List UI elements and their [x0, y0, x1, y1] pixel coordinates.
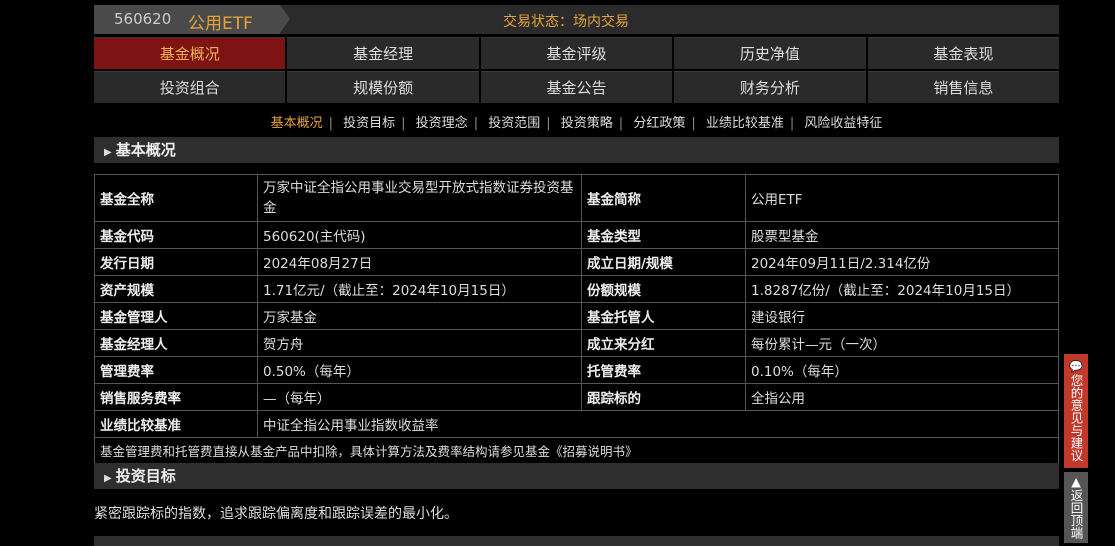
cell-label: 销售服务费率 — [94, 383, 258, 411]
tab-manager[interactable]: 基金经理 — [287, 37, 479, 69]
tab-size[interactable]: 规模份额 — [287, 71, 479, 103]
objective-text: 紧密跟踪标的指数，追求跟踪偏离度和跟踪误差的最小化。 — [94, 506, 458, 522]
cell-label: 基金代码 — [94, 221, 258, 249]
section-objective-header: ▶ 投资目标 — [94, 463, 1059, 489]
fund-code: 560620 — [114, 10, 172, 28]
tab-financials[interactable]: 财务分析 — [674, 71, 866, 103]
link-scope[interactable]: 投资范围 — [482, 116, 546, 131]
fund-nav: 基金概况 基金经理 基金评级 历史净值 基金表现 投资组合 规模份额 基金公告 … — [94, 37, 1060, 105]
caret-right-icon: ▶ — [104, 473, 112, 484]
table-row: 资产规模 1.71亿元/（截止至：2024年10月15日） 份额规模 1.828… — [94, 275, 1059, 303]
link-risk-return[interactable]: 风险收益特征 — [798, 116, 888, 131]
chat-icon: 💬 — [1069, 360, 1083, 373]
table-row: 基金全称 万家中证全指公用事业交易型开放式指数证券投资基金 基金简称 公用ETF — [94, 174, 1059, 222]
cell-label: 成立来分红 — [581, 329, 746, 357]
link-objective[interactable]: 投资目标 — [337, 116, 401, 131]
section-basic-header: ▶ 基本概况 — [94, 137, 1059, 163]
section-title: 投资目标 — [115, 467, 176, 485]
cell-label: 资产规模 — [94, 275, 258, 303]
cell-label: 管理费率 — [94, 356, 258, 384]
table-row: 基金经理人 贺方舟 成立来分红 每份累计—元（一次） — [94, 329, 1059, 357]
fund-name: 公用ETF — [188, 14, 253, 34]
cell-value: 1.71亿元/（截止至：2024年10月15日） — [257, 275, 582, 303]
cell-value: 股票型基金 — [745, 221, 1059, 249]
feedback-label: 您的意见与建议 — [1068, 374, 1084, 462]
cell-label: 基金类型 — [581, 221, 746, 249]
back-to-top-label: 返回顶端 — [1068, 489, 1084, 539]
fund-header: 560620 公用ETF 交易状态：场内交易 — [94, 5, 1059, 34]
cell-value: 2024年08月27日 — [257, 248, 582, 276]
table-row: 发行日期 2024年08月27日 成立日期/规模 2024年09月11日/2.3… — [94, 248, 1059, 276]
table-row: 销售服务费率 —（每年） 跟踪标的 全指公用 — [94, 383, 1059, 411]
section-title: 基本概况 — [115, 141, 176, 159]
nav-row-1: 基金概况 基金经理 基金评级 历史净值 基金表现 — [94, 37, 1060, 69]
cell-value: 贺方舟 — [257, 329, 582, 357]
cell-value: 中证全指公用事业指数收益率 — [257, 410, 1059, 438]
tab-announcements[interactable]: 基金公告 — [480, 71, 673, 103]
tab-nav-history[interactable]: 历史净值 — [674, 37, 866, 69]
cell-label: 基金经理人 — [94, 329, 258, 357]
trading-status: 交易状态：场内交易 — [503, 14, 629, 30]
next-section-header — [94, 536, 1059, 546]
cell-value: 0.50%（每年） — [257, 356, 582, 384]
table-row: 管理费率 0.50%（每年） 托管费率 0.10%（每年） — [94, 356, 1059, 384]
fund-info-table: 基金全称 万家中证全指公用事业交易型开放式指数证券投资基金 基金简称 公用ETF… — [94, 174, 1059, 464]
nav-row-2: 投资组合 规模份额 基金公告 财务分析 销售信息 — [94, 71, 1060, 103]
cell-label: 基金管理人 — [94, 302, 258, 330]
link-strategy[interactable]: 投资策略 — [555, 116, 619, 131]
arrow-up-icon: ▲ — [1071, 474, 1081, 489]
cell-label: 跟踪标的 — [581, 383, 746, 411]
tab-overview[interactable]: 基金概况 — [94, 37, 286, 69]
back-to-top-button[interactable]: ▲ 返回顶端 — [1064, 472, 1088, 543]
cell-label: 基金托管人 — [581, 302, 746, 330]
cell-value: 每份累计—元（一次） — [745, 329, 1059, 357]
cell-value: 560620(主代码) — [257, 221, 582, 249]
cell-value: 全指公用 — [745, 383, 1059, 411]
tab-rating[interactable]: 基金评级 — [480, 37, 673, 69]
cell-value: 1.8287亿份/（截止至：2024年10月15日） — [745, 275, 1059, 303]
cell-value: 万家中证全指公用事业交易型开放式指数证券投资基金 — [257, 174, 582, 222]
cell-value: 建设银行 — [745, 302, 1059, 330]
cell-label: 托管费率 — [581, 356, 746, 384]
tab-sales[interactable]: 销售信息 — [867, 71, 1060, 103]
cell-label: 成立日期/规模 — [581, 248, 746, 276]
fund-id-block: 560620 公用ETF — [94, 5, 290, 34]
cell-label: 业绩比较基准 — [94, 410, 258, 438]
cell-value: 公用ETF — [745, 174, 1059, 222]
table-row: 业绩比较基准 中证全指公用事业指数收益率 — [94, 410, 1059, 438]
tab-portfolio[interactable]: 投资组合 — [94, 71, 286, 103]
section-links: 基本概况 | 投资目标 | 投资理念 | 投资范围 | 投资策略 | 分红政策 | 业绩比较… — [94, 112, 1059, 131]
link-benchmark[interactable]: 业绩比较基准 — [700, 116, 790, 131]
link-basic[interactable]: 基本概况 — [265, 116, 329, 131]
link-dividend-policy[interactable]: 分红政策 — [627, 116, 691, 131]
table-row: 基金管理人 万家基金 基金托管人 建设银行 — [94, 302, 1059, 330]
feedback-button[interactable]: 💬 您的意见与建议 — [1064, 354, 1088, 468]
fee-note: 基金管理费和托管费直接从基金产品中扣除，具体计算方法及费率结构请参见基金《招募说… — [94, 437, 1059, 464]
cell-label: 基金全称 — [94, 174, 258, 222]
cell-value: 万家基金 — [257, 302, 582, 330]
cell-label: 发行日期 — [94, 248, 258, 276]
tab-performance[interactable]: 基金表现 — [867, 37, 1060, 69]
cell-value: 2024年09月11日/2.314亿份 — [745, 248, 1059, 276]
cell-value: —（每年） — [257, 383, 582, 411]
cell-label: 基金简称 — [581, 174, 746, 222]
link-philosophy[interactable]: 投资理念 — [410, 116, 474, 131]
table-row: 基金代码 560620(主代码) 基金类型 股票型基金 — [94, 221, 1059, 249]
caret-right-icon: ▶ — [104, 147, 112, 158]
cell-label: 份额规模 — [581, 275, 746, 303]
table-row: 基金管理费和托管费直接从基金产品中扣除，具体计算方法及费率结构请参见基金《招募说… — [94, 437, 1059, 464]
cell-value: 0.10%（每年） — [745, 356, 1059, 384]
